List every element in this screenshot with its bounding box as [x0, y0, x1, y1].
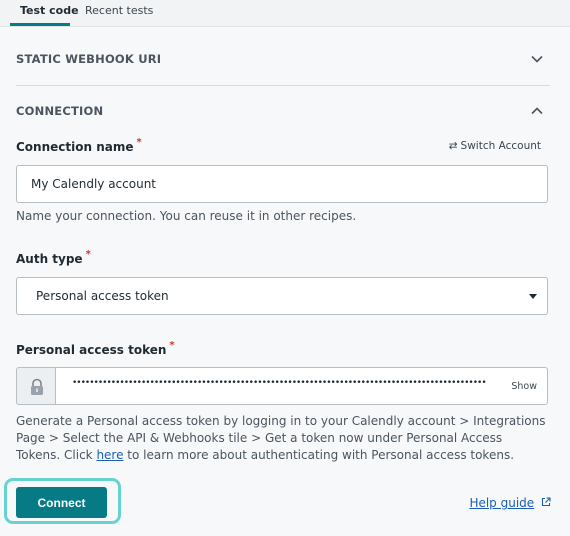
- connection-name-hint: Name your connection. You can reuse it i…: [16, 209, 357, 223]
- chevron-down-icon: [531, 55, 543, 63]
- lock-icon: [31, 378, 43, 395]
- tab-bar: Test code Recent tests: [0, 0, 570, 27]
- tab-test-code[interactable]: Test code: [20, 4, 79, 18]
- token-help-text: Generate a Personal access token by logg…: [16, 413, 548, 464]
- show-token-button[interactable]: Show: [511, 381, 537, 392]
- section-static-webhook-uri[interactable]: STATIC WEBHOOK URI: [16, 52, 550, 70]
- token-field: ••••••••••••••••••••••••••••••••••••••••…: [16, 367, 548, 405]
- token-masked-value: ••••••••••••••••••••••••••••••••••••••••…: [72, 378, 487, 388]
- connection-name-value: My Calendly account: [31, 177, 156, 191]
- section-divider: [16, 85, 550, 86]
- switch-arrows-icon: ⇄: [448, 140, 458, 152]
- auth-type-label-text: Auth type: [16, 252, 83, 266]
- token-label-text: Personal access token: [16, 343, 167, 357]
- section-connection[interactable]: CONNECTION: [16, 104, 550, 122]
- token-help-after: to learn more about authenticating with …: [123, 448, 515, 462]
- active-tab-indicator: [10, 23, 70, 26]
- chevron-up-icon: [531, 107, 543, 115]
- connect-button[interactable]: Connect: [16, 487, 107, 518]
- switch-account-label: Switch Account: [460, 140, 541, 152]
- help-guide-label: Help guide: [469, 496, 535, 510]
- help-guide-link[interactable]: Help guide: [469, 496, 551, 510]
- required-marker: *: [136, 137, 142, 148]
- auth-type-label: Auth type *: [16, 249, 91, 266]
- external-link-icon: [541, 497, 551, 507]
- auth-type-selected-value: Personal access token: [36, 289, 169, 303]
- required-marker: *: [169, 340, 175, 351]
- token-help-link[interactable]: here: [96, 448, 123, 462]
- token-label: Personal access token *: [16, 340, 175, 357]
- tab-recent-tests[interactable]: Recent tests: [85, 4, 153, 18]
- section-title: CONNECTION: [16, 104, 104, 118]
- required-marker: *: [85, 249, 91, 260]
- section-title: STATIC WEBHOOK URI: [16, 52, 162, 66]
- auth-type-select[interactable]: Personal access token: [16, 277, 548, 315]
- connection-name-label-text: Connection name: [16, 140, 134, 154]
- connection-name-label: Connection name *: [16, 137, 142, 154]
- connection-name-input[interactable]: My Calendly account: [16, 165, 548, 203]
- token-input[interactable]: ••••••••••••••••••••••••••••••••••••••••…: [55, 367, 548, 405]
- lock-icon-box: [16, 367, 56, 405]
- switch-account-link[interactable]: ⇄ Switch Account: [449, 140, 541, 152]
- caret-down-icon: [529, 294, 537, 299]
